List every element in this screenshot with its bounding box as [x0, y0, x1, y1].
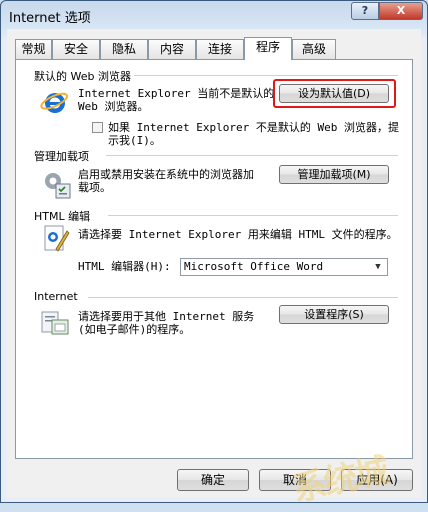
prompt-default-label-line2[interactable]: 示我(I)。 [108, 134, 161, 147]
addons-gear-icon [45, 173, 71, 199]
html-editor-label: HTML 编辑器(H): [78, 260, 171, 273]
html-editor-icon [44, 225, 70, 252]
html-editor-select[interactable]: Microsoft Office Word ▼ [180, 258, 388, 276]
tab-privacy[interactable]: 隐私 [100, 39, 148, 59]
html-editing-heading: HTML 编辑 [34, 210, 91, 223]
help-button[interactable]: ? [351, 2, 379, 20]
addons-heading: 管理加载项 [34, 150, 89, 163]
default-browser-heading: 默认的 Web 浏览器 [34, 70, 131, 83]
make-default-button[interactable]: 设为默认值(D) [279, 84, 389, 103]
window-title: Internet 选项 [9, 11, 91, 26]
divider [106, 155, 398, 156]
addons-desc-line2: 载项。 [78, 181, 111, 194]
tab-security[interactable]: 安全 [52, 39, 100, 59]
close-button[interactable]: X [379, 2, 423, 20]
default-status-line2: Web 浏览器。 [78, 100, 149, 113]
ok-button[interactable]: 确定 [177, 469, 249, 491]
manage-addons-button[interactable]: 管理加载项(M) [279, 165, 389, 184]
title-bar[interactable]: Internet 选项 ? X [1, 1, 427, 29]
tab-general[interactable]: 常规 [15, 39, 52, 59]
set-programs-button[interactable]: 设置程序(S) [279, 305, 389, 324]
programs-panel: 默认的 Web 浏览器 Internet Explorer 当前不是默认的 We… [15, 59, 413, 459]
default-status-line1: Internet Explorer 当前不是默认的 [78, 87, 275, 100]
tab-programs[interactable]: 程序 [244, 37, 292, 60]
tab-advanced[interactable]: 高级 [292, 39, 336, 59]
internet-programs-desc-line1: 请选择要用于其他 Internet 服务 [78, 310, 255, 323]
internet-programs-icon [41, 311, 69, 335]
tab-content[interactable]: 内容 [148, 39, 196, 59]
html-editing-desc: 请选择要 Internet Explorer 用来编辑 HTML 文件的程序。 [78, 228, 398, 241]
tab-connections[interactable]: 连接 [196, 39, 244, 59]
chevron-down-icon[interactable]: ▼ [371, 259, 385, 275]
internet-programs-desc-line2: (如电子邮件)的程序。 [78, 323, 191, 336]
internet-explorer-icon [40, 92, 69, 113]
divider [108, 215, 398, 216]
prompt-default-label-line1[interactable]: 如果 Internet Explorer 不是默认的 Web 浏览器，提 [108, 121, 399, 134]
html-editor-selected-value: Microsoft Office Word [184, 260, 324, 273]
internet-options-dialog: Internet 选项 ? X 常规 安全 隐私 内容 连接 程序 高级 默认的… [0, 0, 428, 510]
internet-programs-heading: Internet [34, 290, 78, 303]
addons-desc-line1: 启用或禁用安装在系统中的浏览器加 [78, 168, 254, 181]
dialog-body: 常规 安全 隐私 内容 连接 程序 高级 默认的 Web 浏览器 Interne… [7, 29, 421, 498]
divider [134, 75, 398, 76]
prompt-default-checkbox[interactable] [92, 122, 103, 133]
divider [88, 297, 398, 298]
